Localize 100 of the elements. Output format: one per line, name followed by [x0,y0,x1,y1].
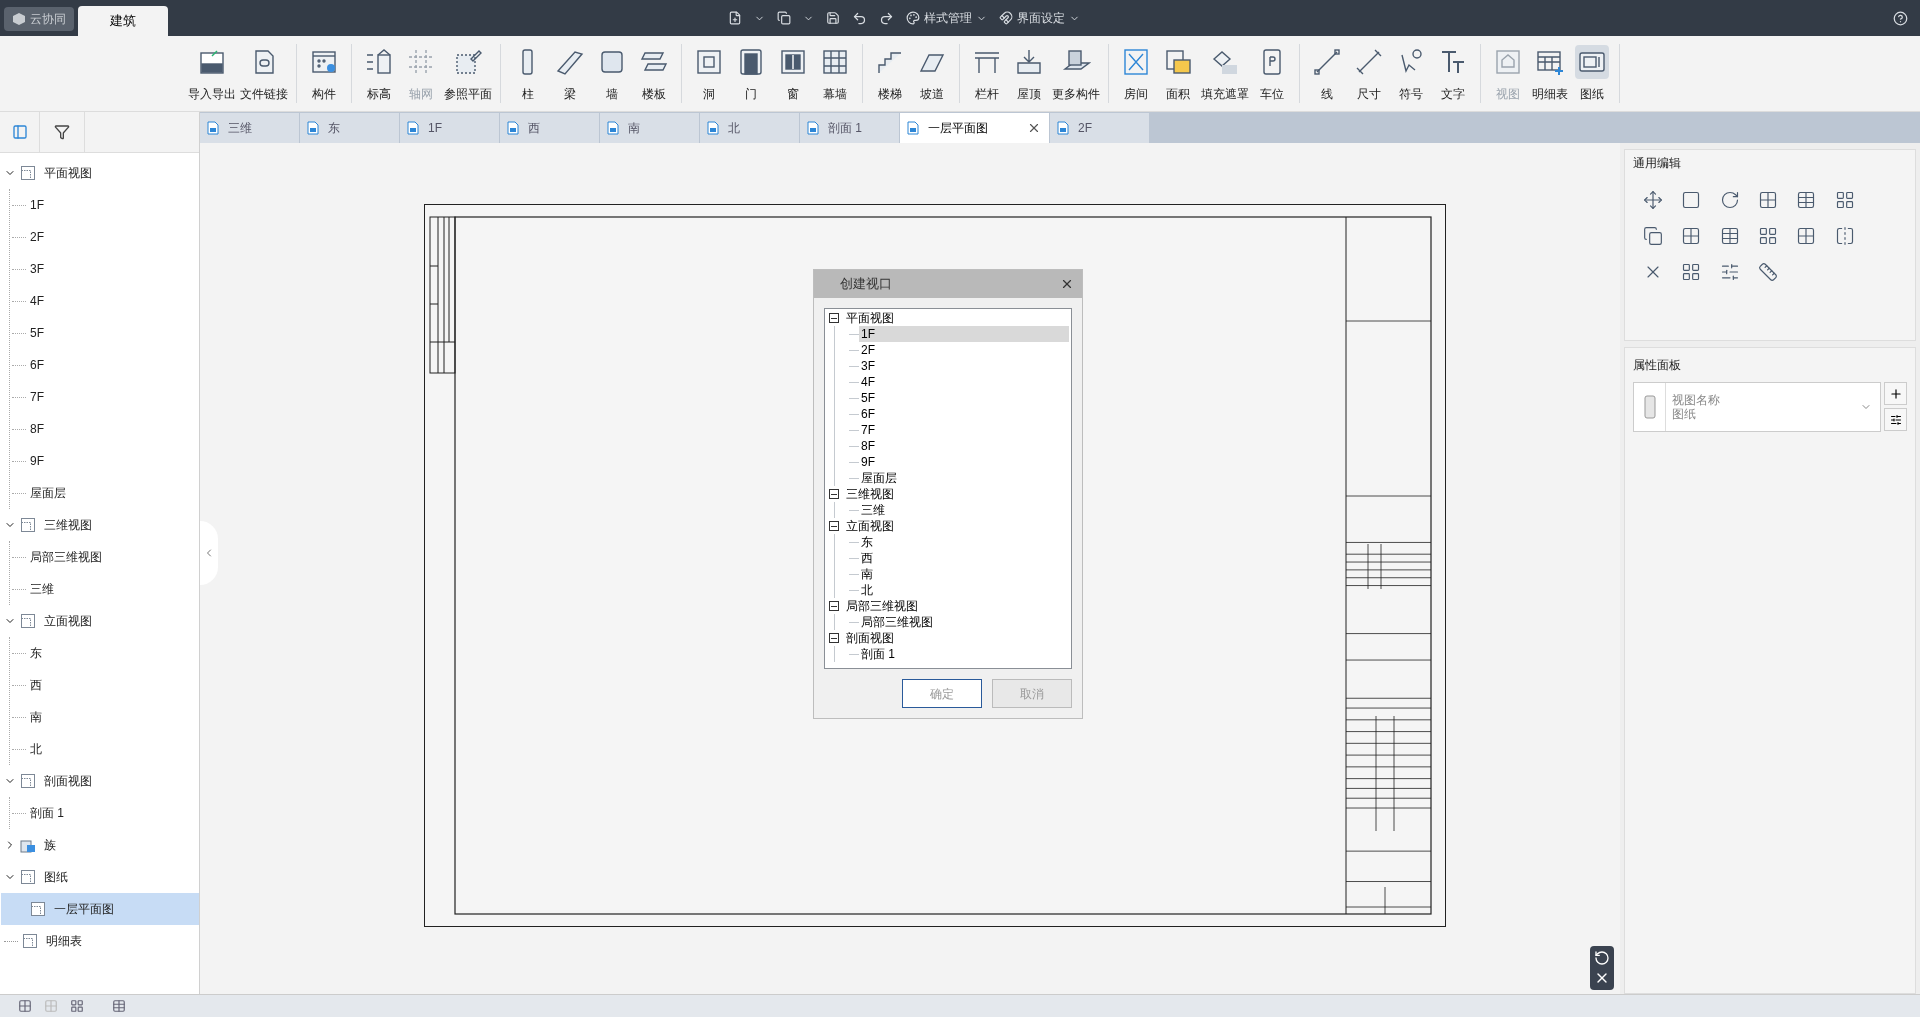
tree-item[interactable]: 三维 [10,573,199,605]
table-icon[interactable] [112,999,126,1013]
ribbon-button[interactable]: 柱 [507,38,549,109]
tree-item[interactable]: 平面视图 [846,310,894,326]
tree-item[interactable]: 东 [10,637,199,669]
document-tab[interactable]: 1F [400,113,500,143]
help-icon[interactable] [1893,10,1908,26]
collapse-icon[interactable] [829,489,839,499]
reset-icon[interactable] [1594,950,1610,966]
collapse-icon[interactable] [829,601,839,611]
ribbon-button[interactable]: 构件 [303,38,345,109]
ribbon-button[interactable]: 车位 [1251,38,1293,109]
tree-item[interactable]: 南 [859,566,1071,582]
ribbon-button[interactable]: 图纸 [1571,38,1613,109]
ribbon-button[interactable]: 符号 [1390,38,1432,109]
ribbon-button[interactable]: 文件链接 [238,38,290,109]
tree-item[interactable]: 立面视图 [846,518,894,534]
tree-item[interactable]: 7F [859,422,1071,438]
tree-item[interactable]: 9F [10,445,199,477]
document-tab[interactable]: 南 [600,113,700,143]
tree-item[interactable]: 2F [10,221,199,253]
mirror-icon[interactable] [1834,226,1855,246]
tree-item[interactable]: 三维视图 [0,509,199,541]
tree-item[interactable]: 剖面 1 [10,797,199,829]
tree-item[interactable]: 图纸 [0,861,199,893]
ribbon-button[interactable]: 楼板 [633,38,675,109]
ribbon-button[interactable]: 幕墙 [814,38,856,109]
collapse-icon[interactable] [829,313,839,323]
rotate-icon[interactable] [1719,190,1740,210]
tree-item[interactable]: 1F [859,326,1069,342]
document-tab[interactable]: 一层平面图 [900,113,1050,143]
tree-item[interactable]: 屋面层 [10,477,199,509]
cloud-button[interactable]: 云协同 [4,7,74,31]
ribbon-button[interactable]: 标高 [358,38,400,109]
document-tab[interactable]: 三维 [200,113,300,143]
ribbon-button[interactable]: 房间 [1115,38,1157,109]
tree-item[interactable]: 东 [859,534,1071,550]
tree-item[interactable]: 8F [859,438,1071,454]
tree-item[interactable]: 屋面层 [859,470,1071,486]
ribbon-button[interactable]: 坡道 [911,38,953,109]
ribbon-button[interactable]: 梁 [549,38,591,109]
collapse-icon[interactable] [829,521,839,531]
new-file-icon[interactable] [728,11,742,25]
menu-button[interactable]: 界面设定 [999,9,1080,27]
ribbon-button[interactable]: 填充遮罩 [1199,38,1251,109]
tree-item[interactable]: 剖面视图 [0,765,199,797]
tree-item[interactable]: 4F [859,374,1071,390]
ribbon-tab[interactable]: 建筑 [78,6,168,36]
tree-item[interactable]: 立面视图 [0,605,199,637]
tree-item[interactable]: 1F [10,189,199,221]
close-icon[interactable] [1027,121,1041,135]
document-tab[interactable]: 西 [500,113,600,143]
move-icon[interactable] [1643,190,1663,210]
settings-button[interactable] [1884,408,1907,431]
tree-item[interactable]: 局部三维视图 [859,614,1071,630]
tree-item[interactable]: 北 [10,733,199,765]
undo-icon[interactable] [852,10,867,26]
ribbon-button[interactable]: 栏杆 [966,38,1008,109]
redo-icon[interactable] [879,10,894,26]
ruler-icon[interactable] [1758,262,1778,282]
tree-item[interactable]: 6F [859,406,1071,422]
tree-item[interactable]: 5F [10,317,199,349]
ribbon-button[interactable]: 导入导出 [186,38,238,109]
tree-item[interactable]: 4F [10,285,199,317]
layout-icon[interactable] [18,999,32,1013]
tree-item[interactable]: 3F [859,358,1071,374]
ribbon-button[interactable]: 面积 [1157,38,1199,109]
menu-button[interactable]: 样式管理 [906,9,987,27]
tree-item[interactable]: 一层平面图 [1,893,199,925]
ribbon-button[interactable]: 屋顶 [1008,38,1050,109]
tree-item[interactable]: 明细表 [0,925,199,957]
ribbon-button[interactable]: 楼梯 [869,38,911,109]
tree-item[interactable]: 7F [10,381,199,413]
ribbon-button[interactable]: 参照平面 [442,38,494,109]
tree-item[interactable]: 3F [10,253,199,285]
tree-item[interactable]: 6F [10,349,199,381]
tree-item[interactable]: 西 [10,669,199,701]
ribbon-button[interactable]: 窗 [772,38,814,109]
tree-item[interactable]: 局部三维视图 [10,541,199,573]
collapse-icon[interactable] [829,633,839,643]
ribbon-button[interactable]: 线 [1306,38,1348,109]
ribbon-button[interactable]: 尺寸 [1348,38,1390,109]
ribbon-button[interactable]: 更多构件 [1050,38,1102,109]
document-tab[interactable]: 东 [300,113,400,143]
ribbon-button[interactable]: 门 [730,38,772,109]
tree-item[interactable]: 西 [859,550,1071,566]
tree-item[interactable]: 平面视图 [0,157,199,189]
tree-item[interactable]: 5F [859,390,1071,406]
tree-item[interactable]: 局部三维视图 [846,598,918,614]
document-tab[interactable]: 北 [700,113,800,143]
tree-item[interactable]: 南 [10,701,199,733]
tree-item[interactable]: 剖面视图 [846,630,894,646]
tree-item[interactable]: 族 [0,829,199,861]
close-icon[interactable] [1060,277,1074,291]
ribbon-button[interactable]: 文字 [1432,38,1474,109]
ribbon-button[interactable]: 墙 [591,38,633,109]
tree-item[interactable]: 9F [859,454,1071,470]
tree-item[interactable]: 三维 [859,502,1071,518]
layout-icon[interactable] [70,999,84,1013]
ribbon-button[interactable]: 明细表 [1529,38,1571,109]
